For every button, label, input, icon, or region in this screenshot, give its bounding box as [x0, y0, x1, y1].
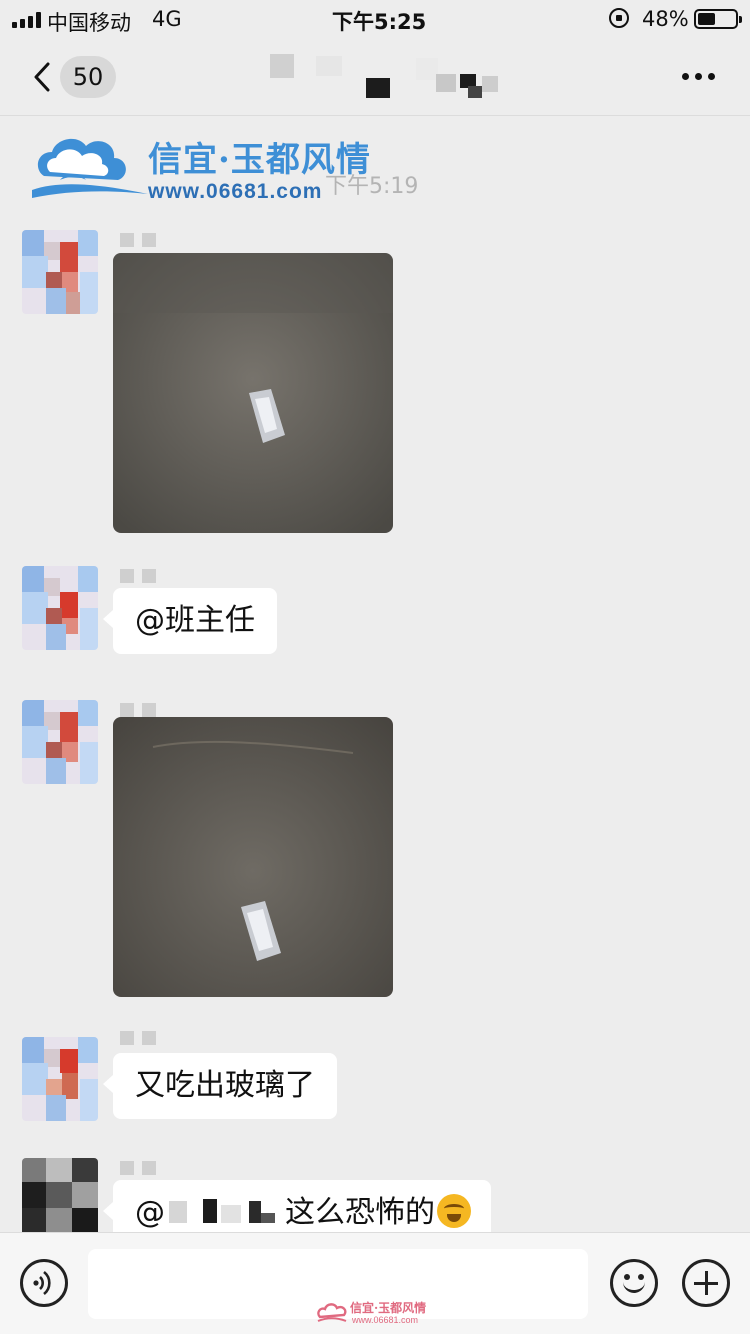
- sender-name-pixelated: [118, 230, 158, 252]
- carrier-label: 中国移动: [47, 11, 131, 35]
- battery-icon: [694, 9, 742, 29]
- mention-name-pixelated: [169, 1199, 275, 1223]
- smiley-icon[interactable]: [610, 1259, 658, 1307]
- battery-percent: 48%: [642, 7, 689, 31]
- message-text: @班主任: [135, 603, 255, 638]
- crying-laughing-emoji-icon: [437, 1194, 471, 1228]
- input-bar: 信宜·玉都风情 www.06681.com: [0, 1232, 750, 1334]
- chevron-left-icon[interactable]: [32, 62, 52, 92]
- avatar[interactable]: [22, 1037, 98, 1121]
- avatar[interactable]: [22, 566, 98, 650]
- avatar[interactable]: [22, 1158, 98, 1242]
- watermark-small: 信宜·玉都风情 www.06681.com: [316, 1299, 446, 1329]
- unread-count-badge[interactable]: 50: [60, 56, 116, 98]
- rotation-lock-icon: [609, 8, 629, 28]
- message-text: 这么恐怖的: [285, 1195, 435, 1230]
- chat-header: 50: [0, 40, 750, 116]
- network-label: 4G: [152, 7, 182, 31]
- cloud-logo-icon: [32, 138, 148, 198]
- watermark-url: www.06681.com: [148, 180, 323, 203]
- message-bubble[interactable]: @班主任: [103, 588, 277, 654]
- signal-icon: [12, 12, 41, 28]
- sender-name-pixelated: [118, 1158, 158, 1180]
- message-image[interactable]: [113, 717, 393, 997]
- status-bar: 中国移动 4G 下午5:25 48%: [0, 0, 750, 40]
- ellipsis-icon[interactable]: [682, 73, 715, 80]
- voice-icon[interactable]: [20, 1259, 68, 1307]
- avatar[interactable]: [22, 230, 98, 314]
- plus-circle-icon[interactable]: [682, 1259, 730, 1307]
- message-image[interactable]: [113, 253, 393, 533]
- sender-name-pixelated: [118, 1028, 158, 1050]
- chat-title-pixelated: [270, 54, 498, 98]
- status-clock: 下午5:25: [332, 10, 427, 34]
- mention-prefix: @: [135, 1195, 165, 1230]
- message-bubble[interactable]: 又吃出玻璃了: [103, 1053, 337, 1119]
- cloud-logo-icon: [317, 1303, 347, 1322]
- watermark-small-title: 信宜·玉都风情: [350, 1301, 427, 1315]
- sender-name-pixelated: [118, 566, 158, 588]
- avatar[interactable]: [22, 700, 98, 784]
- message-text: 又吃出玻璃了: [135, 1068, 315, 1103]
- watermark-small-url: www.06681.com: [352, 1315, 419, 1325]
- time-divider: 下午5:19: [325, 174, 419, 199]
